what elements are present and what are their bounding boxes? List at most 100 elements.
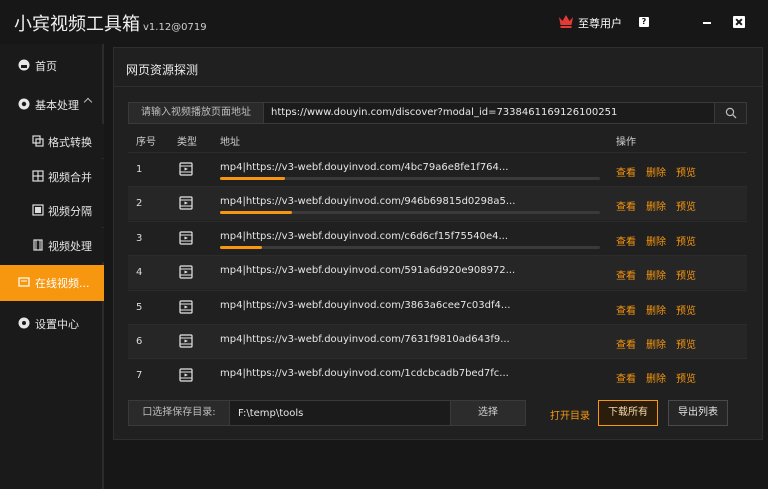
settings-icon [18,317,30,329]
export-list-button[interactable]: 导出列表 [668,400,728,426]
row-number: 2 [136,198,143,210]
sidebar-item-convert[interactable]: 格式转换 [0,124,104,158]
url-search-bar: 请输入视频播放页面地址 [128,102,747,124]
row-address: mp4|https://v3-webf.douyinvod.com/7631f9… [220,334,510,345]
sidebar-item-merge[interactable]: 视频合并 [0,159,104,193]
video-file-icon [179,334,193,348]
delete-link[interactable]: 删除 [646,164,666,179]
video-file-icon [179,196,193,210]
row-address: mp4|https://v3-webf.douyinvod.com/1cdcbc… [220,368,509,380]
video-file-icon [179,162,193,176]
view-link[interactable]: 查看 [616,164,636,179]
preview-link[interactable]: 预览 [676,336,696,351]
view-link[interactable]: 查看 [616,267,636,282]
save-dir-input[interactable] [229,400,451,426]
video-file-icon [179,299,193,314]
home-icon [18,59,30,71]
row-number: 4 [136,267,143,279]
video-file-icon [179,231,193,245]
row-address: mp4|https://v3-webf.douyinvod.com/946b69… [220,196,516,208]
sidebar-item-label: 在线视频... [35,277,90,290]
preview-link[interactable]: 预览 [676,164,696,179]
col-addr: 地址 [220,137,240,148]
resource-probe-panel: 网页资源探测 请输入视频播放页面地址 序号 类型 地址 操作 1 mp4|http… [113,47,763,440]
sidebar-item-label: 首页 [35,60,57,73]
sidebar-item-label: 视频处理 [48,240,92,253]
delete-link[interactable]: 删除 [646,233,666,248]
row-address: mp4|https://v3-webf.douyinvod.com/591a6d… [220,265,516,277]
preview-link[interactable]: 预览 [676,370,696,385]
url-label: 请输入视频播放页面地址 [129,103,264,123]
sidebar-item-split[interactable]: 视频分隔 [0,193,104,227]
table-row[interactable]: 1 mp4|https://v3-webf.douyinvod.com/4bc79… [128,152,747,186]
view-link[interactable]: 查看 [616,302,636,317]
choose-dir-button[interactable]: 选择 [450,400,526,426]
help-button[interactable]: ? [639,17,649,27]
video-file-icon [179,368,193,382]
preview-link[interactable]: 预览 [676,302,696,317]
col-ops: 操作 [616,137,636,148]
col-no: 序号 [136,137,156,148]
sidebar-item-basic[interactable]: 基本处理 [0,87,104,121]
download-all-button[interactable]: 下载所有 [598,400,658,426]
sidebar-item-label: 视频分隔 [48,205,92,218]
download-progress-bar [220,177,600,180]
row-address: mp4|https://v3-webf.douyinvod.com/4bc79a… [220,162,509,173]
open-dir-link[interactable]: 打开目录 [550,407,590,422]
table-header: 序号 类型 地址 操作 [128,128,747,152]
save-dir-label: 口选择保存目录: [128,400,230,426]
delete-link[interactable]: 删除 [646,370,666,385]
film-icon [33,239,43,251]
row-number: 6 [136,336,143,347]
table-row[interactable]: 3 mp4|https://v3-webf.douyinvod.com/c6d6c… [128,220,747,255]
panel-title: 网页资源探测 [126,63,199,77]
vip-user-label[interactable]: 至尊用户 [578,15,622,31]
view-link[interactable]: 查看 [616,370,636,385]
gear-icon [18,98,30,110]
divider [114,86,762,87]
preview-link[interactable]: 预览 [676,198,696,213]
delete-link[interactable]: 删除 [646,267,666,282]
merge-icon [32,170,44,182]
download-progress-bar [220,245,600,249]
sidebar-item-online-video[interactable]: 在线视频... [0,265,104,301]
table-row[interactable]: 6 mp4|https://v3-webf.douyinvod.com/7631f… [128,324,747,358]
table-row[interactable]: 2 mp4|https://v3-webf.douyinvod.com/946b6… [128,186,747,221]
table-row[interactable]: 4 mp4|https://v3-webf.douyinvod.com/591a6… [128,255,747,290]
sidebar: 首页 基本处理 格式转换 视频合并 视频分隔 视频处理 在线视频... 设置中心 [0,44,104,489]
download-progress-fill [220,177,285,180]
table-row[interactable]: 7 mp4|https://v3-webf.douyinvod.com/1cdcb… [128,358,747,392]
close-button[interactable] [733,16,745,28]
download-progress-fill [220,245,262,249]
search-icon [725,107,737,119]
preview-link[interactable]: 预览 [676,233,696,248]
table-row[interactable]: 5 mp4|https://v3-webf.douyinvod.com/3863a… [128,289,747,324]
col-type: 类型 [177,137,197,148]
minimize-button[interactable] [700,16,714,28]
chevron-up-icon [83,97,93,107]
view-link[interactable]: 查看 [616,198,636,213]
sidebar-item-process[interactable]: 视频处理 [0,228,104,262]
app-title: 小宾视频工具箱 v1.12@0719 [14,10,207,36]
save-dir-bar: 口选择保存目录: 选择 打开目录 下载所有 导出列表 [128,400,747,428]
sidebar-item-home[interactable]: 首页 [0,48,104,82]
preview-link[interactable]: 预览 [676,267,696,282]
video-file-icon [179,265,193,279]
online-icon [18,277,30,287]
url-input[interactable] [271,103,711,123]
view-link[interactable]: 查看 [616,233,636,248]
title-bar: 小宾视频工具箱 v1.12@0719 至尊用户 ? [0,0,768,44]
download-progress-bar [220,211,600,215]
delete-link[interactable]: 删除 [646,336,666,351]
split-icon [32,204,44,216]
sidebar-item-settings[interactable]: 设置中心 [0,306,104,340]
crown-icon [559,15,573,28]
search-button[interactable] [714,103,746,123]
row-address: mp4|https://v3-webf.douyinvod.com/3863a6… [220,299,511,311]
delete-link[interactable]: 删除 [646,302,666,317]
app-name: 小宾视频工具箱 [14,14,140,35]
sidebar-item-label: 基本处理 [35,99,79,112]
delete-link[interactable]: 删除 [646,198,666,213]
view-link[interactable]: 查看 [616,336,636,351]
row-address: mp4|https://v3-webf.douyinvod.com/c6d6cf… [220,230,509,242]
